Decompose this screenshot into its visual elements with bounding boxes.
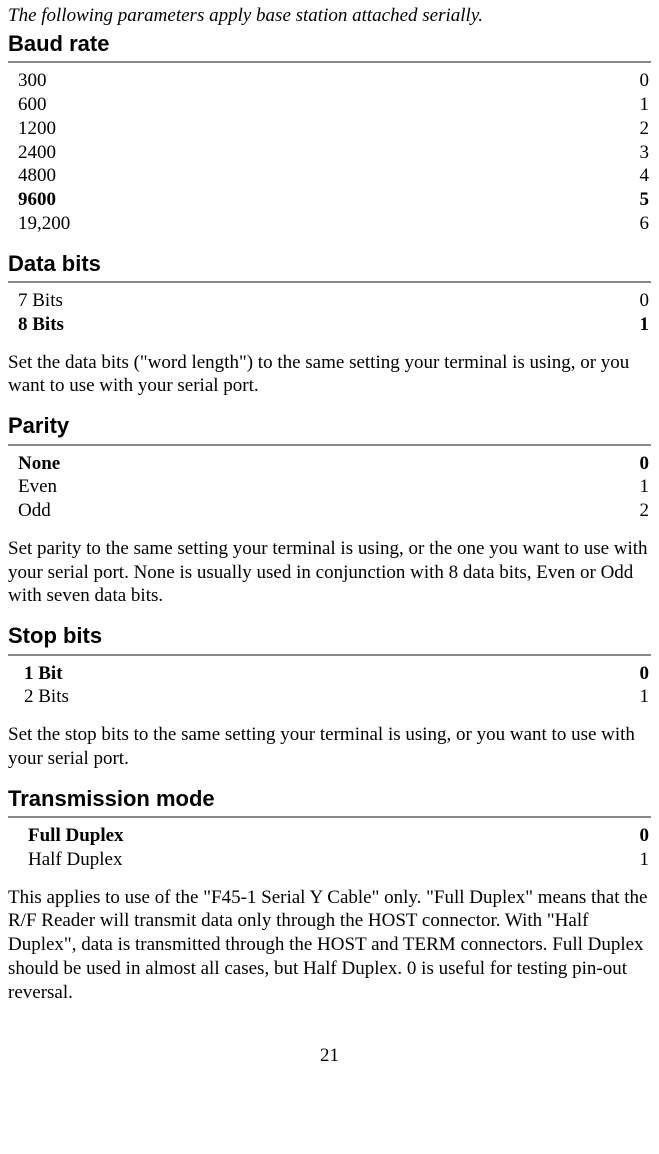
transmission-mode-table: Full Duplex0 Half Duplex1 xyxy=(8,824,651,872)
data-bits-heading: Data bits xyxy=(8,250,651,284)
baud-rate-table: 3000 6001 12002 24003 48004 96005 19,200… xyxy=(8,69,651,235)
option-value: 0 xyxy=(549,662,651,686)
data-bits-table: 7 Bits0 8 Bits1 xyxy=(8,289,651,337)
option-label: 300 xyxy=(8,69,551,93)
option-value: 1 xyxy=(549,685,651,709)
option-label: 2 Bits xyxy=(8,685,549,709)
option-label: Full Duplex xyxy=(8,824,593,848)
parity-heading: Parity xyxy=(8,412,651,446)
transmission-mode-description: This applies to use of the "F45-1 Serial… xyxy=(8,886,651,1005)
option-label: 19,200 xyxy=(8,212,551,236)
option-label: 600 xyxy=(8,93,551,117)
option-value: 1 xyxy=(593,848,651,872)
transmission-mode-heading: Transmission mode xyxy=(8,785,651,819)
stop-bits-description: Set the stop bits to the same setting yo… xyxy=(8,723,651,771)
table-row: 8 Bits1 xyxy=(8,313,651,337)
table-row: 3000 xyxy=(8,69,651,93)
table-row: Half Duplex1 xyxy=(8,848,651,872)
table-row: Odd2 xyxy=(8,499,651,523)
data-bits-description: Set the data bits ("word length") to the… xyxy=(8,351,651,399)
option-label: 4800 xyxy=(8,164,551,188)
stop-bits-table: 1 Bit0 2 Bits1 xyxy=(8,662,651,710)
option-value: 0 xyxy=(551,69,651,93)
table-row: Even1 xyxy=(8,475,651,499)
page-number: 21 xyxy=(8,1044,651,1068)
table-row: 6001 xyxy=(8,93,651,117)
option-label: 2400 xyxy=(8,141,551,165)
option-value: 2 xyxy=(551,117,651,141)
table-row: 19,2006 xyxy=(8,212,651,236)
table-row: 96005 xyxy=(8,188,651,212)
table-row: None0 xyxy=(8,452,651,476)
option-label: 1 Bit xyxy=(8,662,549,686)
option-label: Odd xyxy=(8,499,535,523)
option-value: 1 xyxy=(551,93,651,117)
table-row: 24003 xyxy=(8,141,651,165)
option-value: 1 xyxy=(541,313,651,337)
option-label: Even xyxy=(8,475,535,499)
option-value: 0 xyxy=(541,289,651,313)
option-label: 8 Bits xyxy=(8,313,541,337)
option-value: 6 xyxy=(551,212,651,236)
option-label: 7 Bits xyxy=(8,289,541,313)
option-value: 2 xyxy=(535,499,651,523)
option-value: 0 xyxy=(593,824,651,848)
intro-text: The following parameters apply base stat… xyxy=(8,4,651,28)
option-value: 4 xyxy=(551,164,651,188)
option-value: 3 xyxy=(551,141,651,165)
stop-bits-heading: Stop bits xyxy=(8,622,651,656)
option-value: 5 xyxy=(551,188,651,212)
table-row: 1 Bit0 xyxy=(8,662,651,686)
option-value: 1 xyxy=(535,475,651,499)
parity-table: None0 Even1 Odd2 xyxy=(8,452,651,523)
option-label: None xyxy=(8,452,535,476)
table-row: 12002 xyxy=(8,117,651,141)
option-label: Half Duplex xyxy=(8,848,593,872)
table-row: 48004 xyxy=(8,164,651,188)
option-label: 9600 xyxy=(8,188,551,212)
table-row: 7 Bits0 xyxy=(8,289,651,313)
baud-rate-heading: Baud rate xyxy=(8,30,651,64)
option-value: 0 xyxy=(535,452,651,476)
option-label: 1200 xyxy=(8,117,551,141)
table-row: Full Duplex0 xyxy=(8,824,651,848)
table-row: 2 Bits1 xyxy=(8,685,651,709)
parity-description: Set parity to the same setting your term… xyxy=(8,537,651,608)
